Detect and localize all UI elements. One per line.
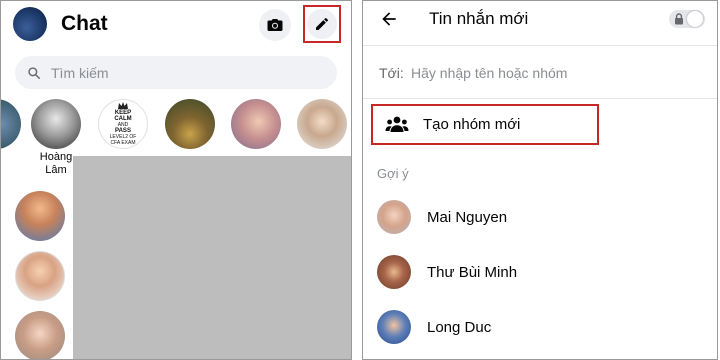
- camera-button[interactable]: [259, 9, 291, 41]
- story-avatar[interactable]: [1, 99, 21, 149]
- create-group-button[interactable]: Tạo nhóm mới: [371, 104, 599, 145]
- new-message-panel: Tin nhắn mới Tới: Tạo nhóm mới Gợi ý Mai…: [362, 0, 718, 360]
- people-icon: [385, 116, 409, 132]
- page-title: Chat: [61, 12, 108, 35]
- crown-icon: [118, 102, 128, 109]
- page-title: Tin nhắn mới: [429, 9, 529, 28]
- back-arrow-icon[interactable]: [379, 9, 399, 29]
- search-icon: [28, 66, 40, 79]
- create-group-label: Tạo nhóm mới: [423, 116, 521, 133]
- contact-avatar: [377, 200, 411, 234]
- conversation-avatar[interactable]: [15, 251, 65, 301]
- secret-conversation-toggle[interactable]: [669, 10, 705, 28]
- poster-line: CFA EXAM: [110, 140, 136, 146]
- camera-icon: [267, 19, 283, 31]
- contact-avatar: [377, 310, 411, 344]
- conversation-avatar[interactable]: [15, 311, 65, 359]
- compose-button[interactable]: [303, 5, 341, 43]
- story-avatar[interactable]: KEEP CALM AND PASS LEVEL2 OF CFA EXAM: [98, 99, 148, 149]
- redacted-conversation-list: [73, 156, 351, 359]
- conversation-avatar[interactable]: [15, 191, 65, 241]
- story-avatar[interactable]: [165, 99, 215, 149]
- suggestion-item[interactable]: Long Duc: [363, 307, 717, 347]
- recipient-input[interactable]: [411, 62, 701, 84]
- lock-icon: [675, 13, 683, 25]
- search-input[interactable]: Tìm kiếm: [15, 56, 337, 89]
- suggestion-item[interactable]: Thư Bùi Minh: [363, 252, 717, 292]
- contact-avatar: [377, 255, 411, 289]
- story-avatar[interactable]: [297, 99, 347, 149]
- pencil-icon: [316, 17, 329, 30]
- toggle-knob: [687, 11, 703, 27]
- contact-name: Long Duc: [427, 318, 492, 336]
- divider: [363, 98, 717, 99]
- suggestion-item[interactable]: Mai Nguyen: [363, 197, 717, 237]
- chat-list-panel: Chat Tìm kiếm Hoàng Lâm KEEP CALM AND PA…: [0, 0, 352, 360]
- story-avatar[interactable]: [31, 99, 81, 149]
- search-placeholder: Tìm kiếm: [51, 64, 109, 81]
- profile-avatar[interactable]: [13, 7, 47, 41]
- contact-name: Mai Nguyen: [427, 208, 508, 226]
- divider: [363, 45, 717, 46]
- contact-name: Thư Bùi Minh: [427, 263, 518, 281]
- to-label: Tới:: [379, 65, 404, 81]
- compose-button-circle[interactable]: [307, 9, 337, 39]
- suggestions-title: Gợi ý: [377, 166, 409, 181]
- story-avatar[interactable]: [231, 99, 281, 149]
